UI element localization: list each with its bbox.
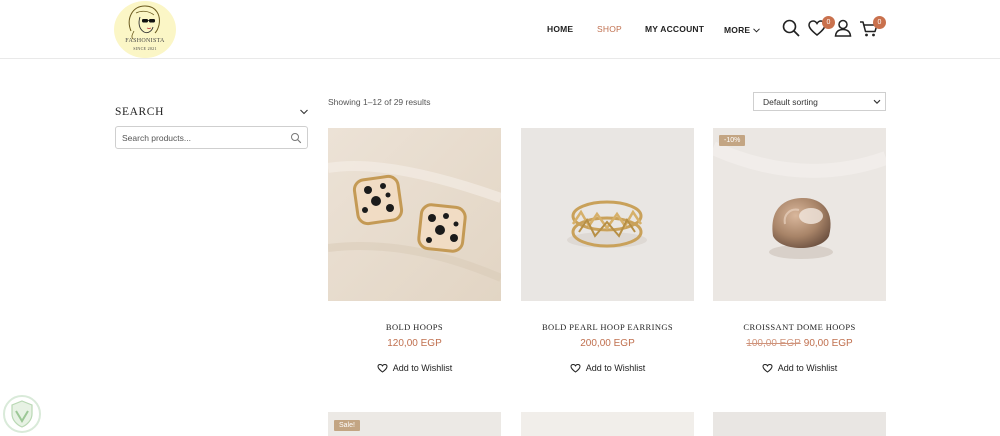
add-to-wishlist-label: Add to Wishlist (585, 363, 646, 373)
add-to-wishlist-label: Add to Wishlist (392, 363, 453, 373)
product-price: 120,00 EGP (387, 338, 442, 349)
product-image[interactable]: Sale! (328, 412, 501, 436)
site-header: FASHONISTA SINCE 2021 HOME SHOP MY ACCOU… (0, 0, 1000, 59)
search-icon[interactable] (780, 17, 802, 39)
product-image[interactable] (521, 412, 694, 436)
spotted-earrings-image (328, 128, 501, 301)
search-icon[interactable] (290, 132, 302, 144)
search-widget-title: SEARCH (115, 106, 164, 118)
product-price: 200,00 EGP (580, 338, 635, 349)
nav-home[interactable]: HOME (547, 24, 573, 36)
result-count: Showing 1–12 of 29 results (328, 97, 431, 107)
nav-my-account[interactable]: MY ACCOUNT (645, 24, 704, 36)
dome-ring-image (713, 128, 886, 301)
nav-more[interactable]: MORE (724, 24, 761, 36)
product-image[interactable]: -10% (713, 128, 886, 301)
product-search-input[interactable] (122, 131, 287, 145)
shield-badge-icon[interactable] (1, 393, 43, 435)
logo-since-text: SINCE 2021 (133, 46, 157, 51)
user-account-icon[interactable] (832, 17, 854, 39)
add-to-wishlist-button[interactable]: Add to Wishlist (521, 363, 694, 373)
chevron-down-icon (753, 27, 761, 33)
nav-more-label: MORE (724, 25, 751, 35)
chevron-down-icon[interactable] (299, 107, 309, 117)
product-image[interactable] (713, 412, 886, 436)
sort-select[interactable]: Default sorting (753, 92, 886, 111)
site-logo[interactable]: FASHONISTA SINCE 2021 (114, 1, 176, 58)
discount-badge: -10% (719, 135, 746, 146)
sale-badge: Sale! (334, 420, 360, 431)
cart-count-badge: 0 (873, 16, 886, 29)
heart-icon (762, 363, 773, 373)
sort-selected-value: Default sorting (763, 97, 818, 107)
product-search-box (115, 126, 308, 149)
add-to-wishlist-button[interactable]: Add to Wishlist (328, 363, 501, 373)
add-to-wishlist-button[interactable]: Add to Wishlist (713, 363, 886, 373)
chevron-down-icon (873, 99, 881, 104)
gold-ring-image (521, 128, 694, 301)
heart-icon (377, 363, 388, 373)
product-title[interactable]: BOLD HOOPS (328, 322, 501, 332)
logo-brand-name: FASHONISTA (125, 38, 165, 44)
product-old-price: 100,00 EGP (746, 338, 801, 349)
add-to-wishlist-label: Add to Wishlist (777, 363, 838, 373)
product-title[interactable]: CROISSANT DOME HOOPS (713, 322, 886, 332)
heart-icon (570, 363, 581, 373)
product-title[interactable]: BOLD PEARL HOOP EARRINGS (521, 322, 694, 332)
product-sale-price: 90,00 EGP (803, 338, 853, 349)
product-price: 100,00 EGP 90,00 EGP (713, 338, 886, 349)
nav-shop[interactable]: SHOP (597, 24, 622, 36)
product-image[interactable] (328, 128, 501, 301)
product-image[interactable] (521, 128, 694, 301)
